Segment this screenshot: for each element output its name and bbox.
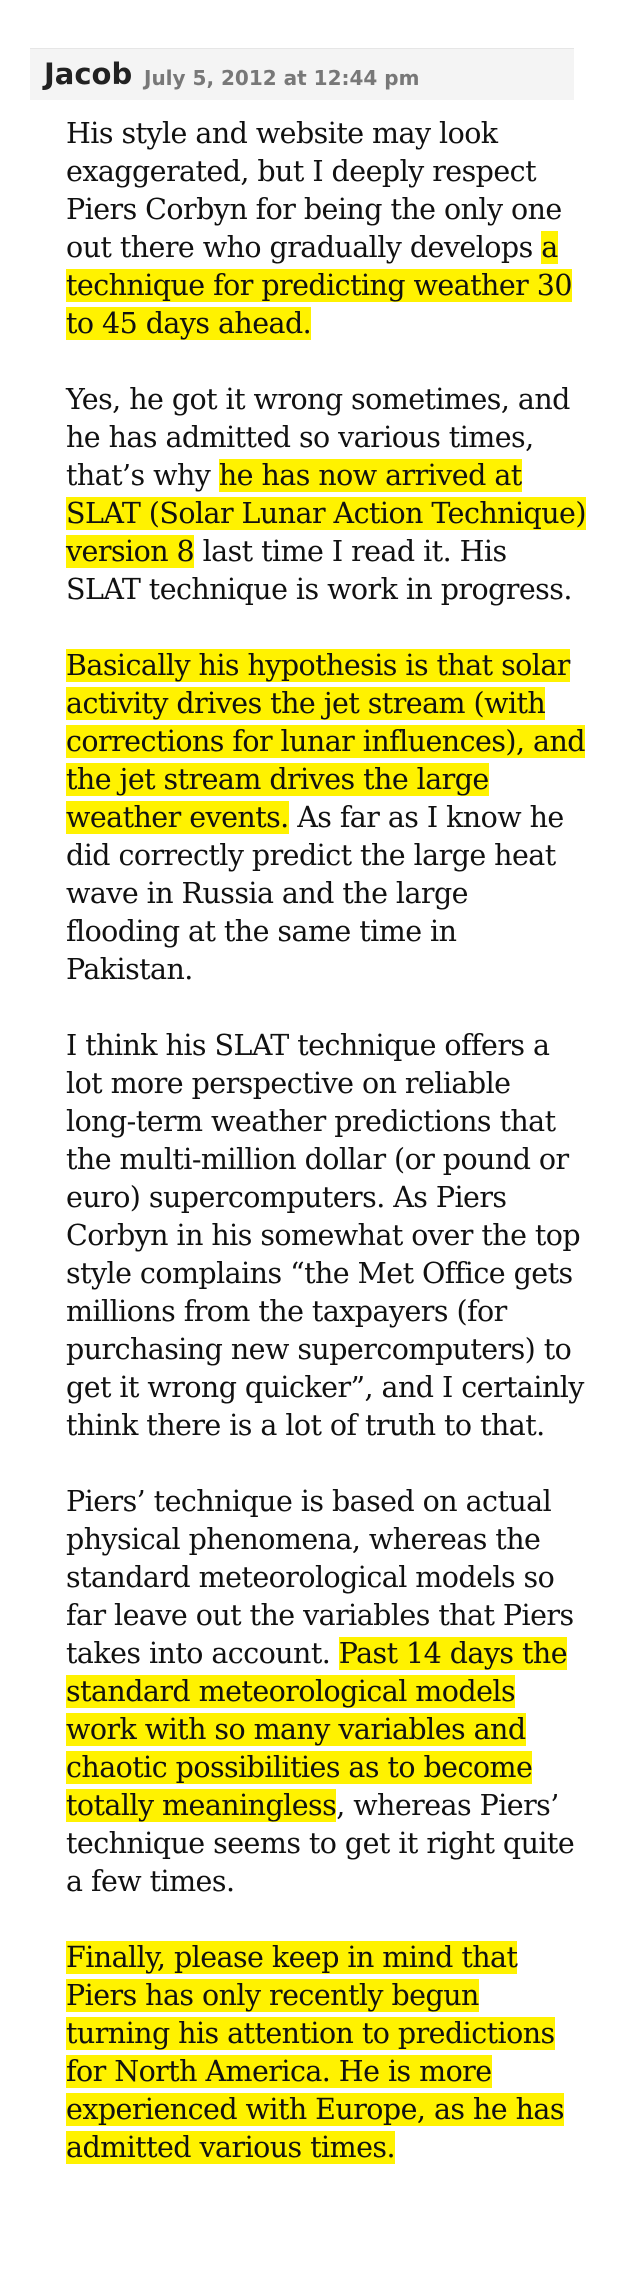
comment-body: His style and website may look exaggerat… bbox=[66, 115, 588, 2205]
comment-paragraph: I think his SLAT technique offers a lot … bbox=[66, 1027, 588, 1445]
comment-paragraph: His style and website may look exaggerat… bbox=[66, 115, 588, 343]
comment-date[interactable]: July 5, 2012 at 12:44 pm bbox=[144, 66, 419, 90]
text-segment: His style and website may look exaggerat… bbox=[66, 117, 562, 264]
comment-paragraph: Basically his hypothesis is that solar a… bbox=[66, 647, 588, 989]
text-segment: I think his SLAT technique offers a lot … bbox=[66, 1029, 584, 1442]
comment-paragraph: Piers’ technique is based on actual phys… bbox=[66, 1483, 588, 1901]
highlighted-text: Finally, please keep in mind that Piers … bbox=[66, 1941, 564, 2164]
comment-header: Jacob July 5, 2012 at 12:44 pm bbox=[30, 48, 574, 100]
comment-author[interactable]: Jacob bbox=[44, 57, 132, 91]
comment-paragraph: Yes, he got it wrong sometimes, and he h… bbox=[66, 381, 588, 609]
comment-paragraph: Finally, please keep in mind that Piers … bbox=[66, 1939, 588, 2167]
